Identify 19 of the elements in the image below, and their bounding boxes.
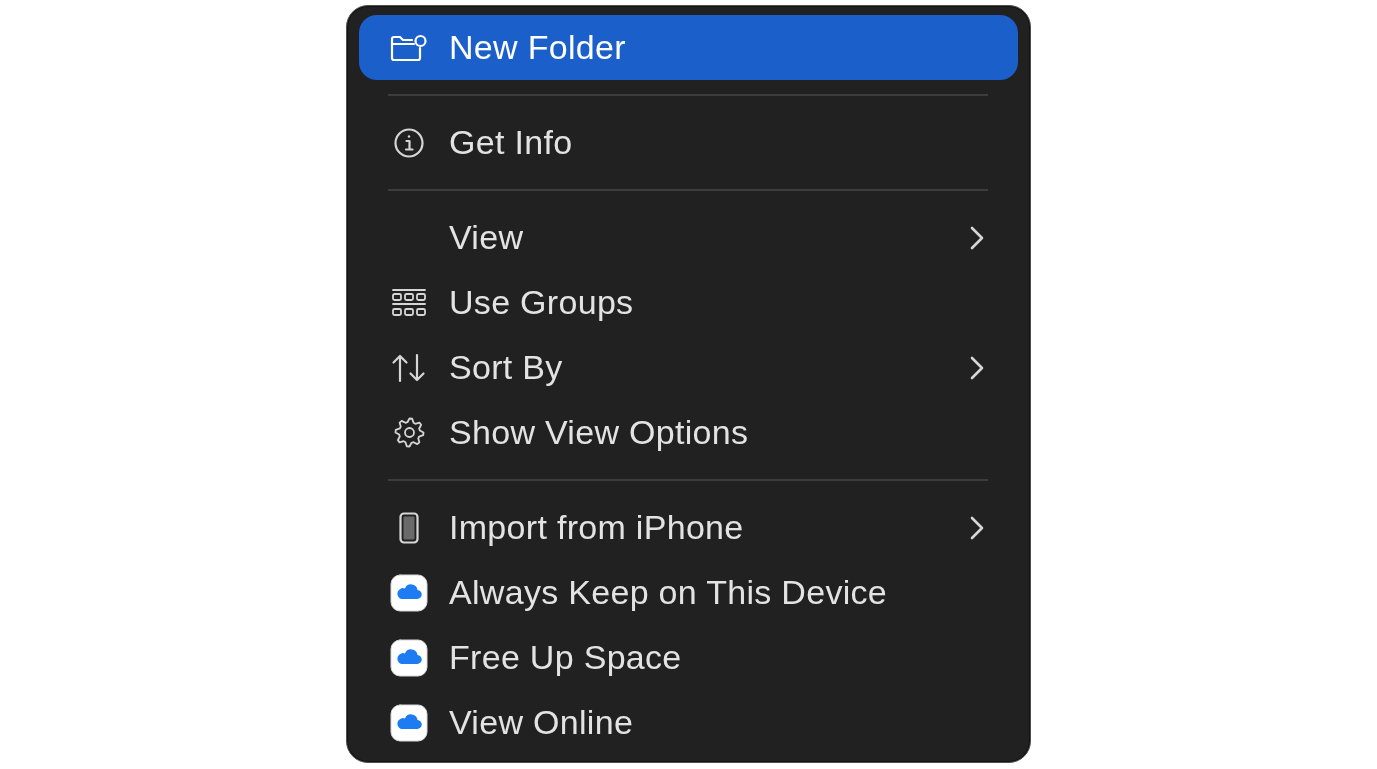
settings-icon [393,417,425,448]
menu-item[interactable]: Use Groups [359,270,1018,335]
menu-item[interactable]: Import from iPhone [359,495,1018,560]
info-icon [393,126,425,159]
menu-item[interactable]: Show View Options [359,400,1018,465]
grid-icon [391,286,427,319]
menu-item[interactable]: Sort By [359,335,1018,400]
cloud-icon [390,703,428,742]
menu-item[interactable]: Always Keep on This Device [359,560,1018,625]
menu-item[interactable]: New Folder [359,15,1018,80]
menu-item[interactable]: Get Info [359,110,1018,175]
menu-item[interactable]: Free Up Space [359,625,1018,690]
cloud-icon [390,573,428,612]
phone-icon [399,511,419,544]
menu-item[interactable]: View [359,205,1018,270]
cloud-icon [390,638,428,677]
folder-icon [390,33,428,62]
menu-item[interactable]: View Online [359,690,1018,755]
sort-icon [391,352,427,383]
